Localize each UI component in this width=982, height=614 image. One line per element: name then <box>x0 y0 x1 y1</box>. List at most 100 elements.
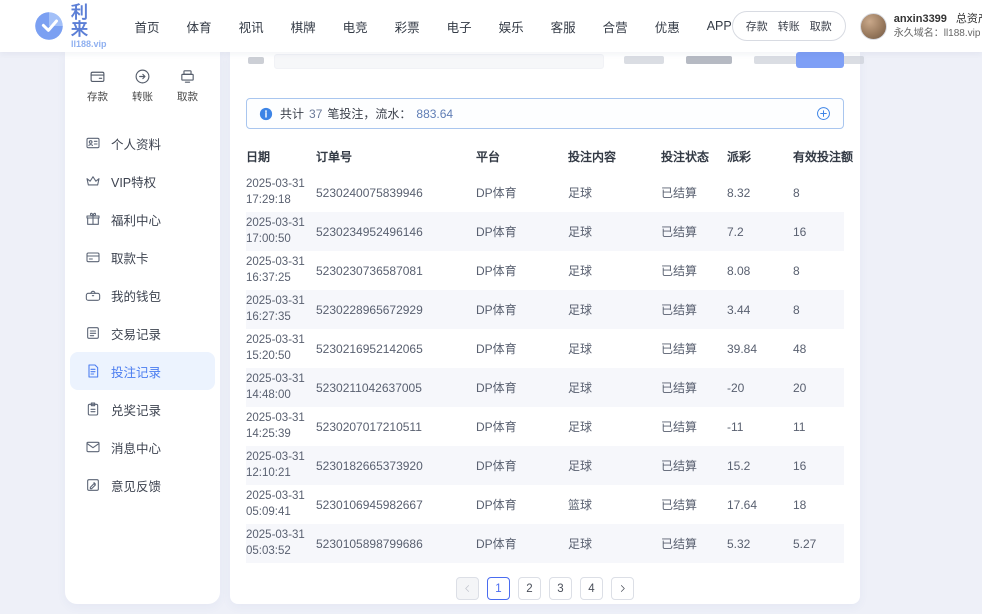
column-header-订单号: 订单号 <box>316 139 476 173</box>
pill-button-取款[interactable]: 取款 <box>810 18 832 34</box>
cell-status: 已结算 <box>661 173 727 212</box>
cell-content: 足球 <box>568 329 661 368</box>
summary-middle: 笔投注，流水： <box>327 105 411 122</box>
nav-item-娱乐[interactable]: 娱乐 <box>499 17 524 36</box>
table-row: 2025-03-3105:09:415230106945982667DP体育篮球… <box>246 485 844 524</box>
pagination-page-1[interactable]: 1 <box>487 577 510 600</box>
sidebar-item-投注记录[interactable]: 投注记录 <box>70 352 215 390</box>
quick-action-存款[interactable]: 存款 <box>87 68 108 104</box>
cell-valid: 8 <box>793 251 844 290</box>
nav-item-彩票[interactable]: 彩票 <box>395 17 420 36</box>
cell-payout: 39.84 <box>727 329 793 368</box>
cell-status: 已结算 <box>661 524 727 563</box>
cell-date: 2025-03-3117:29:18 <box>246 173 316 212</box>
table-row: 2025-03-3112:10:215230182665373920DP体育足球… <box>246 446 844 485</box>
pagination-next[interactable] <box>611 577 634 600</box>
sidebar-item-label: 个人资料 <box>111 134 161 153</box>
cell-content: 足球 <box>568 212 661 251</box>
bet-records-table: 日期订单号平台投注内容投注状态派彩有效投注额 2025-03-3117:29:1… <box>246 139 844 563</box>
summary-turnover: 883.64 <box>416 107 453 121</box>
nav-item-客服[interactable]: 客服 <box>551 17 576 36</box>
avatar[interactable] <box>860 13 887 40</box>
nav-item-视讯[interactable]: 视讯 <box>239 17 264 36</box>
plus-circle-icon[interactable] <box>816 106 831 121</box>
sidebar-item-意见反馈[interactable]: 意见反馈 <box>70 466 215 504</box>
cell-valid: 8 <box>793 290 844 329</box>
quick-actions-pill: 存款转账取款 <box>732 11 846 41</box>
filter-query-button[interactable] <box>796 52 844 68</box>
cell-order: 5230216952142065 <box>316 329 476 368</box>
quick-action-label: 取款 <box>177 89 198 104</box>
sidebar-item-label: VIP特权 <box>111 172 156 191</box>
cell-valid: 20 <box>793 368 844 407</box>
column-header-投注状态: 投注状态 <box>661 139 727 173</box>
pill-button-存款[interactable]: 存款 <box>746 18 768 34</box>
cell-date: 2025-03-3115:20:50 <box>246 329 316 368</box>
cell-date: 2025-03-3116:37:25 <box>246 251 316 290</box>
pagination-page-2[interactable]: 2 <box>518 577 541 600</box>
sidebar-item-label: 福利中心 <box>111 210 161 229</box>
filter-date-input[interactable] <box>274 54 604 69</box>
quick-action-转账[interactable]: 转账 <box>132 68 153 104</box>
nav-item-电竞[interactable]: 电竞 <box>343 17 368 36</box>
sidebar-item-福利中心[interactable]: 福利中心 <box>70 200 215 238</box>
site-logo[interactable]: 利 来 ll188.vip <box>34 4 107 49</box>
pagination-page-3[interactable]: 3 <box>549 577 572 600</box>
nav-item-合营[interactable]: 合营 <box>603 17 628 36</box>
pagination-prev[interactable] <box>456 577 479 600</box>
sidebar: 存款 转账取款 个人资料 VIP特权福利中心取款卡我的钱包交易记录投注记录兑奖记录消… <box>65 52 220 604</box>
messages-icon <box>85 439 101 455</box>
nav-item-APP[interactable]: APP <box>707 19 732 33</box>
transfer-icon <box>134 68 151 85</box>
cell-platform: DP体育 <box>476 212 568 251</box>
sidebar-item-个人资料[interactable]: 个人资料 <box>70 124 215 162</box>
column-header-平台: 平台 <box>476 139 568 173</box>
nav-item-优惠[interactable]: 优惠 <box>655 17 680 36</box>
cell-payout: 3.44 <box>727 290 793 329</box>
summary-banner: 共计 37 笔投注，流水： 883.64 <box>246 98 844 129</box>
nav-item-电子[interactable]: 电子 <box>447 17 472 36</box>
logo-icon <box>34 11 64 41</box>
cell-content: 足球 <box>568 251 661 290</box>
profile-icon <box>85 135 101 151</box>
sidebar-item-消息中心[interactable]: 消息中心 <box>70 428 215 466</box>
sidebar-item-兑奖记录[interactable]: 兑奖记录 <box>70 390 215 428</box>
cell-order: 5230207017210511 <box>316 407 476 446</box>
pagination-page-4[interactable]: 4 <box>580 577 603 600</box>
cell-platform: DP体育 <box>476 446 568 485</box>
table-row: 2025-03-3117:00:505230234952496146DP体育足球… <box>246 212 844 251</box>
cell-payout: -20 <box>727 368 793 407</box>
table-row: 2025-03-3116:27:355230228965672929DP体育足球… <box>246 290 844 329</box>
cell-valid: 16 <box>793 446 844 485</box>
nav-item-棋牌[interactable]: 棋牌 <box>291 17 316 36</box>
cell-valid: 8 <box>793 173 844 212</box>
filter-option[interactable] <box>624 56 664 64</box>
cell-order: 5230106945982667 <box>316 485 476 524</box>
cell-payout: 8.08 <box>727 251 793 290</box>
cell-payout: 5.32 <box>727 524 793 563</box>
filter-strip-cutoff <box>246 52 844 80</box>
summary-prefix: 共计 <box>280 105 304 122</box>
welfare-icon <box>85 211 101 227</box>
nav-item-首页[interactable]: 首页 <box>135 17 160 36</box>
cell-payout: 8.32 <box>727 173 793 212</box>
deposit-icon <box>89 68 106 85</box>
sidebar-item-VIP特权[interactable]: VIP特权 <box>70 162 215 200</box>
nav-item-体育[interactable]: 体育 <box>187 17 212 36</box>
sidebar-item-label: 消息中心 <box>111 438 161 457</box>
sidebar-item-取款卡[interactable]: 取款卡 <box>70 238 215 276</box>
cell-status: 已结算 <box>661 485 727 524</box>
cell-status: 已结算 <box>661 407 727 446</box>
sidebar-item-交易记录[interactable]: 交易记录 <box>70 314 215 352</box>
cell-valid: 48 <box>793 329 844 368</box>
cell-valid: 18 <box>793 485 844 524</box>
quick-action-取款[interactable]: 取款 <box>177 68 198 104</box>
filter-option[interactable] <box>686 56 732 64</box>
pill-button-转账[interactable]: 转账 <box>778 18 800 34</box>
quick-action-label: 存款 <box>87 89 108 104</box>
cell-platform: DP体育 <box>476 329 568 368</box>
table-row: 2025-03-3117:29:185230240075839946DP体育足球… <box>246 173 844 212</box>
cell-date: 2025-03-3105:09:41 <box>246 485 316 524</box>
sidebar-item-我的钱包[interactable]: 我的钱包 <box>70 276 215 314</box>
cell-order: 5230234952496146 <box>316 212 476 251</box>
